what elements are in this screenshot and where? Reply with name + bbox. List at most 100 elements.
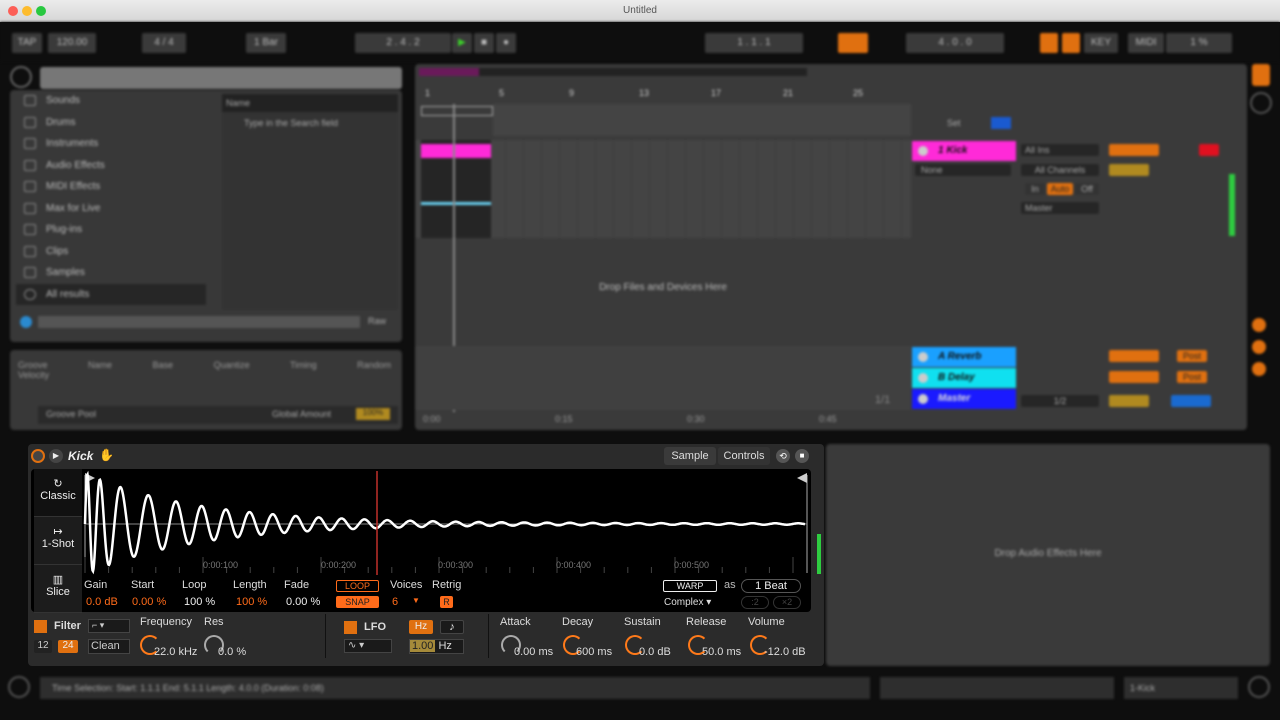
close-button[interactable] xyxy=(8,6,18,16)
sustain-value[interactable]: 0.0 dB xyxy=(639,646,671,658)
input-type-select[interactable]: All Ins xyxy=(1021,144,1099,156)
track-header-master[interactable]: Master xyxy=(912,389,1016,409)
detail-toggle-icon[interactable] xyxy=(8,676,30,698)
track-header-reverb[interactable]: A Reverb xyxy=(912,347,1016,367)
search-input[interactable] xyxy=(40,67,402,89)
song-position[interactable]: 2 . 4 . 2 xyxy=(355,33,451,53)
monitor-in[interactable]: In xyxy=(1025,183,1045,195)
release-value[interactable]: 50.0 ms xyxy=(702,646,741,658)
browser-item[interactable]: Instruments xyxy=(16,133,206,155)
volume-value[interactable]: -12.0 dB xyxy=(764,646,806,658)
mode-1-shot[interactable]: ↦ 1-Shot xyxy=(34,517,82,565)
zoom-button[interactable] xyxy=(36,6,46,16)
browser-item[interactable]: Clips xyxy=(16,241,206,263)
draw-mode-button[interactable] xyxy=(1040,33,1058,53)
lfo-rate-field[interactable]: 1.00 Hz xyxy=(409,639,464,654)
input-channel-select[interactable]: All Channels xyxy=(1021,164,1099,176)
res-value[interactable]: 0.0 % xyxy=(218,646,246,658)
mode-classic[interactable]: ↻ Classic xyxy=(34,469,82,517)
track-activator[interactable] xyxy=(1109,144,1159,156)
browser-item[interactable]: Drums xyxy=(16,112,206,134)
half-tempo-button[interactable]: :2 xyxy=(741,596,769,609)
preview-waveform[interactable] xyxy=(38,316,360,328)
lfo-sync-button[interactable]: ♪ xyxy=(440,620,464,634)
warp-beats-field[interactable]: 1 Beat xyxy=(741,579,801,593)
double-tempo-button[interactable]: ×2 xyxy=(773,596,801,609)
io-toggle-icon[interactable] xyxy=(1250,92,1272,114)
tab-sample[interactable]: Sample xyxy=(664,447,716,465)
post-button-delay[interactable]: Post xyxy=(1177,371,1207,383)
midi-clip[interactable] xyxy=(421,144,491,158)
sends-toggle-icon[interactable] xyxy=(1252,318,1266,332)
retrig-toggle[interactable]: R xyxy=(440,596,453,608)
post-button-reverb[interactable]: Post xyxy=(1177,350,1207,362)
add-locator-button[interactable] xyxy=(991,117,1011,129)
gain-value[interactable]: 0.0 dB xyxy=(86,596,118,608)
hot-swap-icon[interactable]: ⟲ xyxy=(776,449,790,463)
minimize-button[interactable] xyxy=(22,6,32,16)
tab-controls[interactable]: Controls xyxy=(718,447,770,465)
stop-button[interactable]: ■ xyxy=(474,33,494,53)
set-button[interactable]: Set xyxy=(947,118,961,128)
loop-length[interactable]: 4 . 0 . 0 xyxy=(906,33,1004,53)
beat-ruler[interactable]: 1 5 9 13 17 21 25 xyxy=(415,88,910,102)
preview-icon[interactable] xyxy=(10,66,32,88)
tempo-field[interactable]: 120.00 xyxy=(48,33,96,53)
voices-value[interactable]: 6 xyxy=(392,596,398,608)
browser-item[interactable]: Samples xyxy=(16,262,206,284)
browser-item-selected[interactable]: All results xyxy=(16,283,206,305)
attack-value[interactable]: 0.00 ms xyxy=(514,646,553,658)
voices-dropdown-icon[interactable]: ▼ xyxy=(412,596,420,605)
browser-item[interactable]: MIDI Effects xyxy=(16,176,206,198)
save-preset-icon[interactable]: ■ xyxy=(795,449,809,463)
loop-toggle[interactable] xyxy=(838,33,868,53)
output-select[interactable]: Master xyxy=(1021,202,1099,214)
warp-toggle[interactable]: WARP xyxy=(663,580,717,592)
device-power-icon[interactable] xyxy=(31,449,45,463)
loop-start[interactable]: 1 . 1 . 1 xyxy=(705,33,803,53)
slope-12-button[interactable]: 12 xyxy=(34,640,52,653)
arm-button[interactable] xyxy=(1199,144,1219,156)
filter-toggle[interactable] xyxy=(34,620,47,633)
mode-slice[interactable]: ▥ Slice xyxy=(34,565,82,613)
fade-value[interactable]: 0.00 % xyxy=(286,596,320,608)
tap-button[interactable]: TAP xyxy=(12,33,42,53)
browser-item[interactable]: Max for Live xyxy=(16,198,206,220)
volume-field[interactable] xyxy=(1109,164,1149,176)
length-value[interactable]: 100 % xyxy=(236,596,267,608)
preview-toggle[interactable] xyxy=(20,316,32,328)
frequency-value[interactable]: 22.0 kHz xyxy=(154,646,197,658)
track-header-delay[interactable]: B Delay xyxy=(912,368,1016,388)
master-volume[interactable] xyxy=(1109,395,1149,407)
preview-play-icon[interactable]: ▶ xyxy=(49,449,63,463)
lfo-waveform-select[interactable]: ∿ ▾ xyxy=(344,639,392,653)
track-header-kick[interactable]: 1 Kick xyxy=(912,141,1016,161)
loop-toggle[interactable]: LOOP xyxy=(336,580,379,592)
overview-slider[interactable] xyxy=(880,677,1114,699)
slope-24-button[interactable]: 24 xyxy=(58,640,78,653)
mixer-toggle-icon[interactable] xyxy=(1252,64,1270,86)
returns-toggle-icon[interactable] xyxy=(1252,340,1266,354)
crossfader-toggle-icon[interactable] xyxy=(1252,362,1266,376)
insert-marker-button[interactable] xyxy=(1062,33,1080,53)
monitor-off[interactable]: Off xyxy=(1075,183,1099,195)
loop-brace[interactable] xyxy=(421,106,493,116)
device-drop-area[interactable]: Drop Audio Effects Here xyxy=(826,444,1270,666)
record-button[interactable]: ● xyxy=(496,33,516,53)
browser-item[interactable]: Audio Effects xyxy=(16,155,206,177)
raw-button[interactable]: Raw xyxy=(368,316,386,326)
name-column-header[interactable]: Name xyxy=(222,94,398,112)
browser-item[interactable]: Sounds xyxy=(16,90,206,112)
monitor-auto[interactable]: Auto xyxy=(1047,183,1073,195)
time-signature[interactable]: 4 / 4 xyxy=(142,33,186,53)
browser-item[interactable]: Plug-ins xyxy=(16,219,206,241)
key-map-button[interactable]: KEY xyxy=(1084,33,1118,53)
filter-circuit-select[interactable]: Clean xyxy=(88,639,130,654)
decay-value[interactable]: 600 ms xyxy=(576,646,612,658)
play-button[interactable]: ▶ xyxy=(452,33,472,53)
lfo-hz-button[interactable]: Hz xyxy=(409,620,433,634)
loop-value[interactable]: 100 % xyxy=(184,596,215,608)
end-marker-flag[interactable] xyxy=(797,473,807,483)
start-value[interactable]: 0.00 % xyxy=(132,596,166,608)
reverb-activator[interactable] xyxy=(1109,350,1159,362)
